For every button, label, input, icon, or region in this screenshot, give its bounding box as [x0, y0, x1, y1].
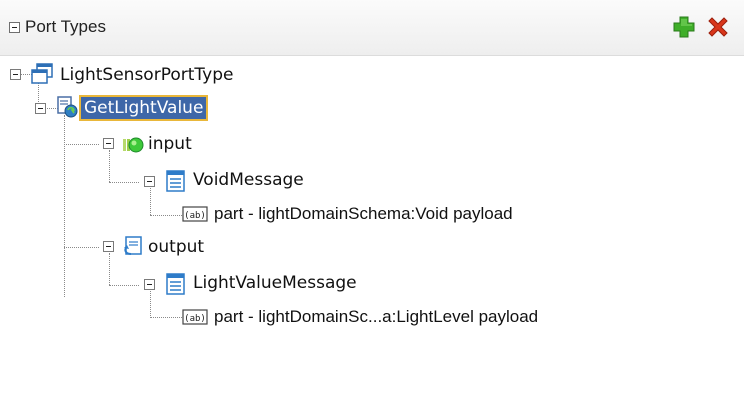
- tree-connector: [109, 150, 110, 182]
- tree-node-input-message[interactable]: VoidMessage: [193, 165, 304, 195]
- tree-node-input[interactable]: input: [148, 129, 192, 159]
- porttype-icon: [30, 62, 53, 84]
- node-label: input: [148, 134, 192, 154]
- tree-connector: [109, 253, 110, 285]
- message-icon: [164, 272, 186, 295]
- tree-connector: [150, 185, 151, 215]
- node-label: VoidMessage: [193, 170, 304, 190]
- tree-connector: [109, 182, 139, 183]
- port-types-tree: LightSensorPortType GetLightValue input …: [0, 55, 744, 399]
- operation-icon: [55, 95, 78, 118]
- input-icon: [121, 133, 144, 155]
- panel-title: Port Types: [25, 17, 106, 36]
- collapse-toggle-output-message[interactable]: [144, 279, 155, 290]
- tree-node-porttype[interactable]: LightSensorPortType: [60, 60, 233, 90]
- port-types-panel: Port Types LightSensorPortType GetLightV…: [0, 0, 744, 399]
- collapse-toggle-operation[interactable]: [35, 103, 46, 114]
- tree-connector: [64, 247, 99, 248]
- node-label: LightSensorPortType: [60, 65, 234, 85]
- tree-connector: [150, 317, 182, 318]
- output-icon: [121, 235, 143, 257]
- node-label: output: [148, 237, 205, 257]
- panel-collapse-toggle[interactable]: [9, 22, 20, 33]
- collapse-toggle-output[interactable]: [103, 241, 114, 252]
- tree-node-output-message[interactable]: LightValueMessage: [193, 268, 357, 298]
- svg-text:(ab): (ab): [184, 211, 206, 221]
- tree-node-operation[interactable]: GetLightValue: [78, 93, 209, 123]
- tree-node-output-part[interactable]: part - lightDomainSc...a:LightLevel payl…: [214, 302, 538, 332]
- collapse-toggle-input-message[interactable]: [144, 176, 155, 187]
- svg-text:(ab): (ab): [184, 314, 206, 324]
- node-label-selected: GetLightValue: [78, 95, 209, 121]
- part-icon: (ab): [182, 308, 208, 326]
- plus-icon: [673, 16, 695, 38]
- x-icon: [708, 17, 728, 37]
- tree-connector: [150, 288, 151, 318]
- part-icon: (ab): [182, 205, 208, 223]
- tree-connector: [150, 215, 182, 216]
- node-label: part - lightDomainSc...a:LightLevel payl…: [214, 307, 539, 326]
- tree-connector: [64, 144, 99, 145]
- collapse-toggle-porttype[interactable]: [10, 69, 21, 80]
- collapse-toggle-input[interactable]: [103, 138, 114, 149]
- tree-node-input-part[interactable]: part - lightDomainSchema:Void payload: [214, 199, 513, 229]
- panel-header: Port Types: [0, 0, 744, 56]
- node-label: LightValueMessage: [193, 273, 357, 293]
- tree-connector: [64, 115, 65, 297]
- node-label: part - lightDomainSchema:Void payload: [214, 204, 513, 223]
- message-icon: [164, 169, 186, 192]
- add-button[interactable]: [671, 14, 697, 40]
- tree-node-output[interactable]: output: [148, 232, 204, 262]
- delete-button[interactable]: [705, 14, 731, 40]
- tree-connector: [109, 285, 139, 286]
